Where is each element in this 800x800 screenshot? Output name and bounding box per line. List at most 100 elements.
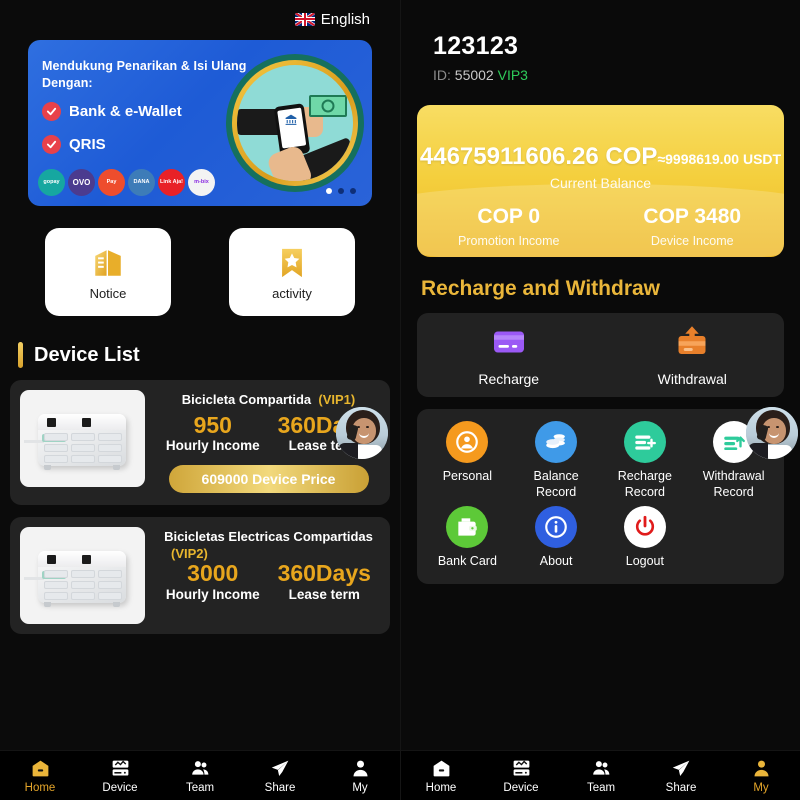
banner-illustration [226, 54, 364, 192]
withdrawal-button[interactable]: Withdrawal [601, 324, 785, 387]
menu-item-bank-card[interactable]: Bank Card [423, 506, 512, 570]
nav-item-my[interactable]: My [320, 757, 400, 794]
nav-label: Home [24, 782, 56, 794]
balance-amount-row: 44675911606.26 COP≈9998619.00 USDT [417, 143, 784, 171]
team-icon [590, 757, 612, 779]
share-icon [670, 757, 692, 779]
banner-item-label: Bank & e-Wallet [69, 103, 182, 120]
carousel-dots[interactable] [326, 188, 356, 194]
promotion-income-label: Promotion Income [458, 234, 560, 248]
check-icon [42, 135, 61, 154]
accent-bar [18, 342, 23, 368]
device-lease-label: Lease term [288, 586, 360, 602]
uk-flag-icon [294, 12, 315, 26]
nav-label: Share [665, 782, 697, 794]
device-income-stat: 3000 Hourly Income [157, 560, 269, 602]
device-image [20, 527, 145, 625]
bank-icon [285, 114, 297, 125]
nav-label: Home [425, 782, 457, 794]
device-list-header: Device List [18, 342, 400, 368]
balance-approx: ≈9998619.00 USDT [657, 151, 782, 167]
wallet-icon [446, 506, 489, 549]
wallet-logos: gopay OVO Pay DANA Link Aja! m-bix [38, 169, 215, 196]
balance-amount: 44675911606.26 COP [419, 143, 658, 170]
banner-item-1: QRIS [42, 135, 106, 154]
quick-tiles: Notice activity [0, 228, 400, 316]
device-title: Bicicleta Compartida (VIP1) [181, 392, 356, 407]
menu-item-recharge-record[interactable]: Recharge Record [601, 421, 690, 500]
nav-item-home[interactable]: Home [0, 757, 80, 794]
share-icon [269, 757, 291, 779]
building-icon [88, 243, 128, 283]
nav-item-device[interactable]: Device [80, 757, 160, 794]
list-plus-icon [623, 421, 666, 463]
credit-card-icon [491, 324, 527, 365]
menu-label: Logout [625, 554, 664, 569]
left-pane: English Mendukung Penarikan & Isi Ulang … [0, 0, 400, 800]
nav-item-team[interactable]: Team [561, 757, 641, 794]
device-vip-badge: (VIP1) [318, 392, 356, 407]
promotion-income-value: COP 0 [477, 205, 541, 228]
device-icon [510, 757, 532, 779]
recharge-withdraw-panel: Recharge Withdrawal [417, 313, 784, 397]
support-agent-avatar[interactable] [336, 407, 388, 459]
nav-item-home[interactable]: Home [401, 757, 481, 794]
language-label: English [320, 10, 370, 28]
device-icon [109, 757, 131, 779]
carousel-dot-1[interactable] [338, 188, 344, 194]
device-income-label: Hourly Income [165, 586, 260, 602]
app-screen: English Mendukung Penarikan & Isi Ulang … [0, 0, 800, 800]
nav-item-my[interactable]: My [721, 757, 800, 794]
menu-item-about[interactable]: About [512, 506, 601, 570]
nav-label: Team [586, 782, 616, 794]
banner-item-label: QRIS [69, 136, 106, 153]
info-icon [535, 506, 578, 549]
menu-label: Bank Card [437, 554, 497, 569]
device-lease-stat: 360Days Lease term [269, 560, 381, 602]
wallet-logo-gopay: gopay [38, 169, 65, 196]
my-icon [349, 757, 371, 779]
banner-item-0: Bank & e-Wallet [42, 102, 182, 121]
device-card[interactable]: Bicicletas Electricas Compartidas (VIP2)… [10, 517, 390, 635]
language-selector[interactable]: English [0, 0, 400, 30]
nav-item-team[interactable]: Team [160, 757, 240, 794]
carousel-dot-0[interactable] [326, 188, 332, 194]
bottom-nav-right: Home Device Team Share My [401, 750, 800, 800]
id-value: 55002 [454, 67, 494, 83]
device-income-label: Device Income [650, 234, 734, 248]
carousel-dot-2[interactable] [350, 188, 356, 194]
wallet-logo-mbix: m-bix [188, 169, 215, 196]
balance-card[interactable]: 44675911606.26 COP≈9998619.00 USDT Curre… [417, 105, 784, 257]
balance-caption: Current Balance [549, 175, 652, 191]
tile-notice[interactable]: Notice [45, 228, 171, 316]
menu-item-balance-record[interactable]: Balance Record [512, 421, 601, 500]
promotion-income: COP 0 Promotion Income [417, 205, 601, 248]
recharge-section-title: Recharge and Withdraw [421, 277, 661, 300]
withdrawal-label: Withdrawal [657, 370, 727, 387]
tile-activity[interactable]: activity [229, 228, 355, 316]
support-agent-avatar[interactable] [746, 407, 798, 459]
nav-item-share[interactable]: Share [240, 757, 320, 794]
wallet-logo-dana: DANA [128, 169, 155, 196]
device-income: COP 3480 Device Income [601, 205, 785, 248]
nav-label: My [352, 782, 368, 794]
recharge-label: Recharge [478, 370, 540, 387]
recharge-button[interactable]: Recharge [417, 324, 601, 387]
device-title: Bicicletas Electricas Compartidas [164, 529, 373, 545]
device-price-button[interactable]: 609000 Device Price [168, 465, 369, 494]
home-icon [430, 757, 452, 779]
home-icon [29, 757, 51, 779]
promo-banner[interactable]: Mendukung Penarikan & Isi Ulang Dengan: … [28, 40, 372, 206]
nav-item-share[interactable]: Share [641, 757, 721, 794]
device-income-value: 950 [193, 412, 232, 438]
bottom-nav-left: Home Device Team Share My [0, 750, 400, 800]
menu-item-personal[interactable]: Personal [423, 421, 512, 500]
device-card[interactable]: Bicicleta Compartida (VIP1) 950 Hourly I… [10, 380, 390, 506]
id-label: ID: [433, 67, 451, 83]
wallet-logo-shopeepay: Pay [98, 169, 125, 196]
wallet-logo-ovo: OVO [68, 169, 95, 196]
device-income-value: COP 3480 [643, 205, 742, 228]
nav-item-device[interactable]: Device [481, 757, 561, 794]
menu-label: Balance Record [533, 469, 579, 499]
menu-item-logout[interactable]: Logout [601, 506, 690, 570]
